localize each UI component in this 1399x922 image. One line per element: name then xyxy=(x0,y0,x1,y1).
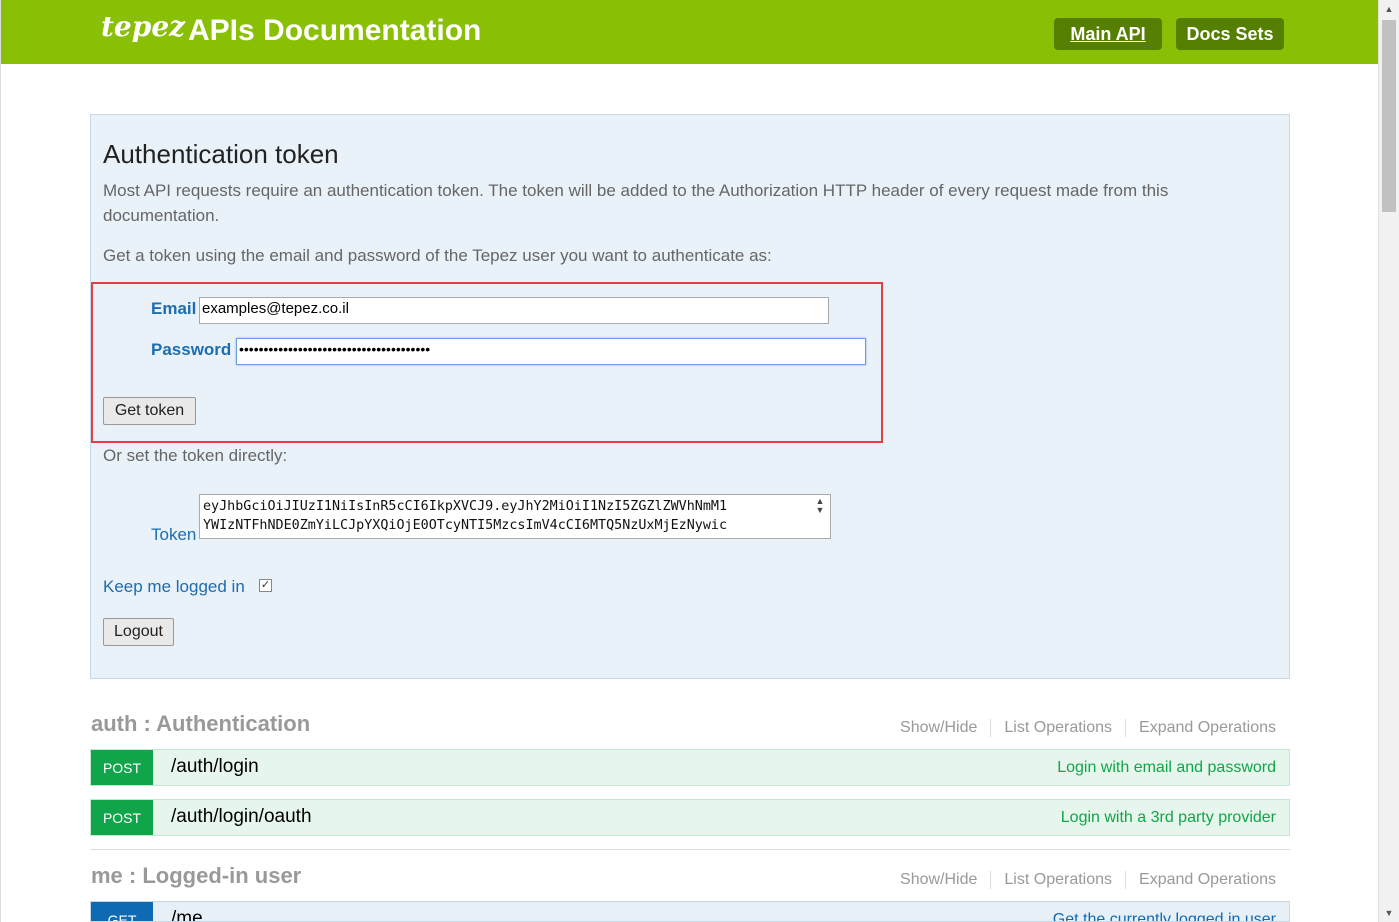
show-hide-link[interactable]: Show/Hide xyxy=(887,871,992,889)
get-token-button[interactable]: Get token xyxy=(103,397,196,425)
list-operations-link[interactable]: List Operations xyxy=(991,871,1127,889)
docs-sets-button[interactable]: Docs Sets xyxy=(1176,18,1284,50)
operation-summary[interactable]: Login with a 3rd party provider xyxy=(1061,809,1276,827)
expand-operations-link[interactable]: Expand Operations xyxy=(1126,871,1276,889)
operation-summary[interactable]: Login with email and password xyxy=(1057,759,1276,777)
expand-operations-link[interactable]: Expand Operations xyxy=(1126,719,1276,737)
auth-prompt: Get a token using the email and password… xyxy=(103,246,772,265)
token-label: Token xyxy=(151,525,197,544)
textarea-scroll-arrows-icon[interactable]: ▲ ▼ xyxy=(813,497,827,515)
operation-row[interactable]: GET /me Get the currently logged in user xyxy=(90,901,1290,922)
operation-path[interactable]: /auth/login xyxy=(171,756,259,778)
password-field[interactable]: ••••••••••••••••••••••••••••••••••••••• xyxy=(236,338,866,365)
section-title-me[interactable]: me : Logged-in user xyxy=(91,863,301,889)
password-label: Password xyxy=(151,340,232,359)
operation-path[interactable]: /me xyxy=(171,908,203,921)
list-operations-link[interactable]: List Operations xyxy=(991,719,1127,737)
main-api-button[interactable]: Main API xyxy=(1054,18,1162,50)
method-badge[interactable]: GET xyxy=(91,902,153,921)
or-set-token-text: Or set the token directly: xyxy=(103,446,288,465)
token-textarea[interactable]: eyJhbGciOiJIUzI1NiIsInR5cCI6IkpXVCJ9.eyJ… xyxy=(199,494,831,539)
method-badge[interactable]: POST xyxy=(91,800,153,835)
section-divider xyxy=(90,849,1290,850)
section-links-me: Show/Hide List Operations Expand Operati… xyxy=(887,871,1276,889)
method-badge[interactable]: POST xyxy=(91,750,153,785)
tepez-logo[interactable]: tepez xyxy=(101,10,185,43)
auth-title: Authentication token xyxy=(103,139,339,169)
email-label: Email xyxy=(151,299,197,318)
top-header: tepez APIs Documentation Main API Docs S… xyxy=(1,0,1378,64)
operation-row[interactable]: POST /auth/login Login with email and pa… xyxy=(90,749,1290,786)
operation-path[interactable]: /auth/login/oauth xyxy=(171,806,312,828)
scroll-down-arrow-icon[interactable]: ▼ xyxy=(1379,904,1399,922)
logout-button[interactable]: Logout xyxy=(103,618,174,646)
show-hide-link[interactable]: Show/Hide xyxy=(887,719,992,737)
operation-row[interactable]: POST /auth/login/oauth Login with a 3rd … xyxy=(90,799,1290,836)
auth-description: Most API requests require an authenticat… xyxy=(103,181,1169,225)
scroll-thumb[interactable] xyxy=(1382,20,1396,212)
page-title: APIs Documentation xyxy=(188,14,482,47)
keep-logged-in-label: Keep me logged in xyxy=(103,577,245,596)
vertical-scrollbar[interactable]: ▲ ▼ xyxy=(1378,0,1399,922)
operation-summary[interactable]: Get the currently logged in user xyxy=(1053,911,1276,921)
email-field[interactable]: examples@tepez.co.il xyxy=(199,297,829,324)
scroll-up-arrow-icon[interactable]: ▲ xyxy=(1379,0,1399,18)
section-title-auth[interactable]: auth : Authentication xyxy=(91,711,310,737)
keep-logged-in-checkbox[interactable]: ✓ xyxy=(259,579,272,592)
section-links-auth: Show/Hide List Operations Expand Operati… xyxy=(887,719,1276,737)
